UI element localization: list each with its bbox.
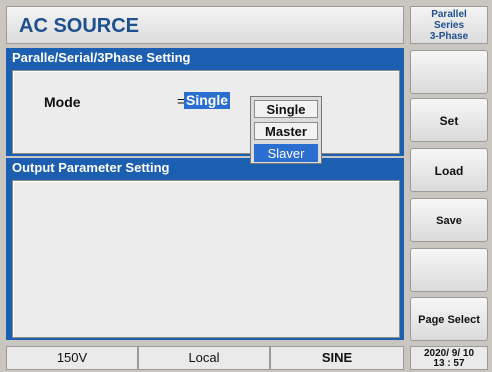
indicator-line-3phase: 3-Phase	[429, 31, 469, 42]
parallel-series-3phase-indicator: Parallel Series 3-Phase	[410, 6, 488, 44]
load-button[interactable]: Load	[410, 148, 488, 192]
status-control: Local	[138, 346, 270, 370]
save-button[interactable]: Save	[410, 198, 488, 242]
mode-label: Mode	[44, 94, 81, 110]
option-slaver[interactable]: Slaver	[254, 144, 318, 162]
app-title: AC SOURCE	[19, 15, 140, 37]
title-bar: AC SOURCE	[6, 6, 404, 44]
option-master[interactable]: Master	[254, 122, 318, 140]
status-waveform: SINE	[270, 346, 404, 370]
softkey-1-blank[interactable]	[410, 50, 488, 94]
mode-dropdown-list: Single Master Slaver	[250, 96, 322, 164]
output-section-header: Output Parameter Setting	[6, 158, 404, 178]
page-select-button[interactable]: Page Select	[410, 297, 488, 341]
output-panel	[12, 180, 400, 338]
set-button[interactable]: Set	[410, 98, 488, 142]
parallel-section-header: Paralle/Serial/3Phase Setting	[6, 48, 404, 68]
option-single[interactable]: Single	[254, 100, 318, 118]
softkey-5-blank[interactable]	[410, 248, 488, 292]
parallel-panel	[12, 70, 400, 154]
indicator-line-series: Series	[433, 20, 465, 31]
status-datetime: 2020/ 9/ 10 13 : 57	[410, 346, 488, 370]
indicator-line-parallel: Parallel	[431, 9, 467, 20]
status-time: 13 : 57	[433, 358, 465, 369]
instrument-screen: AC SOURCE Parallel Series 3-Phase Parall…	[0, 0, 492, 372]
status-range: 150V	[6, 346, 138, 370]
mode-value-field[interactable]: Single	[184, 92, 231, 109]
